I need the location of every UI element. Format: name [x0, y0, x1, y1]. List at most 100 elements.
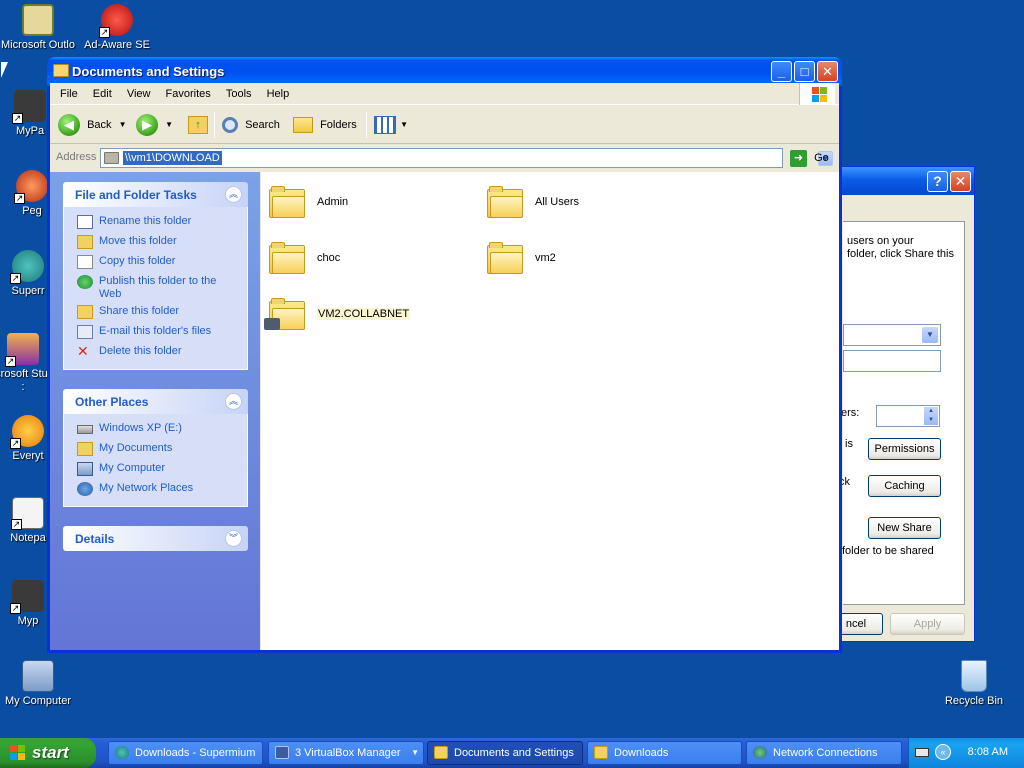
menu-edit[interactable]: Edit [87, 83, 118, 105]
desktop-icon-adaware[interactable]: ↗ Ad-Aware SE [77, 4, 157, 52]
tray-arrow-icon[interactable]: « [935, 744, 951, 760]
start-button[interactable]: start [0, 738, 96, 768]
forward-button[interactable]: ▶ ▼ [136, 113, 173, 137]
outlook-icon [22, 4, 54, 36]
spinner-arrows-icon[interactable]: ▲ ▼ [924, 407, 938, 425]
folder-item[interactable]: All Users [479, 182, 689, 226]
folder-item[interactable]: vm2 [479, 238, 689, 282]
chevron-down-icon[interactable]: ▼ [119, 120, 127, 129]
virtualbox-icon [275, 746, 289, 759]
folder-icon [434, 746, 448, 759]
rename-folder-link[interactable]: Rename this folder [64, 213, 247, 233]
mouse-cursor-icon [1, 62, 8, 78]
network-icon [753, 746, 767, 759]
address-input[interactable]: \\vm1\DOWNLOAD ▼ [100, 148, 833, 168]
delete-folder-link[interactable]: ✕ Delete this folder [64, 343, 247, 363]
other-place-network[interactable]: My Network Places [64, 480, 247, 500]
search-icon [222, 117, 238, 134]
maximize-button[interactable]: □ [794, 61, 815, 82]
caching-button[interactable]: Caching [868, 475, 941, 497]
chevron-down-icon[interactable]: ▼ [411, 742, 419, 764]
copy-icon [77, 255, 93, 269]
share-name-dropdown[interactable]: ▼ [843, 324, 941, 346]
other-places-header[interactable]: Other Places ︽ [63, 389, 248, 414]
rename-icon [77, 215, 93, 229]
apply-button[interactable]: Apply [890, 613, 965, 635]
panel-title: Details [75, 532, 115, 546]
back-arrow-icon: ◀ [58, 114, 80, 137]
taskbar-item-virtualbox[interactable]: 3 VirtualBox Manager ▼ [268, 741, 424, 765]
help-button[interactable]: ? [927, 171, 948, 192]
copy-folder-link[interactable]: Copy this folder [64, 253, 247, 273]
taskbar-item-downloads[interactable]: Downloads [587, 741, 742, 765]
taskbar-item-network[interactable]: Network Connections [746, 741, 902, 765]
menu-tools[interactable]: Tools [220, 83, 258, 105]
back-button[interactable]: ◀ Back ▼ [58, 113, 127, 137]
search-button[interactable]: Search [222, 113, 280, 137]
permissions-button[interactable]: Permissions [868, 438, 941, 460]
menu-view[interactable]: View [121, 83, 157, 105]
delete-icon: ✕ [77, 343, 89, 359]
menu-favorites[interactable]: Favorites [160, 83, 217, 105]
other-place-drive[interactable]: Windows XP (E:) [64, 420, 247, 440]
mypal-icon: ↗ [10, 580, 44, 614]
share-folder-link[interactable]: Share this folder [64, 303, 247, 323]
taskbar-item-supermium[interactable]: Downloads - Supermium [108, 741, 263, 765]
toolbar-separator [214, 112, 215, 138]
globe-icon [77, 275, 93, 289]
go-button[interactable]: ➜ Go [790, 148, 829, 168]
desktop-icon-my-computer[interactable]: My Computer [0, 660, 78, 708]
visual-studio-icon: ↗ [5, 333, 39, 367]
share-icon [77, 305, 93, 319]
new-share-button[interactable]: New Share [868, 517, 941, 539]
mypal-icon: ↗ [12, 90, 46, 124]
folders-button[interactable]: Folders [293, 113, 357, 137]
window-titlebar[interactable]: Documents and Settings _ □ ✕ [47, 57, 842, 86]
folder-item[interactable]: choc [261, 238, 471, 282]
details-header[interactable]: Details ︾ [63, 526, 248, 551]
folder-item[interactable]: Admin [261, 182, 471, 226]
desktop-icon-outlook[interactable]: Microsoft Outlo [0, 4, 78, 52]
dialog-close-button[interactable]: ✕ [950, 171, 971, 192]
shared-folder-item[interactable]: VM2.COLLABNET [261, 294, 471, 338]
user-limit-spinner[interactable]: ▲ ▼ [876, 405, 940, 427]
share-hand-icon [264, 318, 280, 330]
folder-icon [53, 64, 69, 77]
taskbar-item-documents[interactable]: Documents and Settings [427, 741, 583, 765]
other-place-my-documents[interactable]: My Documents [64, 440, 247, 460]
folder-icon [269, 242, 305, 274]
share-properties-dialog: ? ✕ users on your folder, click Share th… [829, 166, 975, 642]
minimize-button[interactable]: _ [771, 61, 792, 82]
folder-name: vm2 [535, 252, 556, 264]
up-folder-button[interactable]: ↑ [188, 113, 208, 137]
move-folder-link[interactable]: Move this folder [64, 233, 247, 253]
email-icon [77, 325, 93, 339]
user-limit-label: ers: [841, 407, 860, 419]
network-icon [77, 482, 93, 496]
close-button[interactable]: ✕ [817, 61, 838, 82]
dialog-text-share: folder, click Share this [847, 248, 954, 260]
other-place-my-computer[interactable]: My Computer [64, 460, 247, 480]
keyboard-icon[interactable] [915, 748, 929, 757]
up-folder-icon: ↑ [188, 116, 208, 135]
chevron-down-icon[interactable]: ︾ [225, 530, 242, 547]
chevron-down-icon[interactable]: ▼ [165, 120, 173, 129]
panel-title: Other Places [75, 395, 149, 409]
other-places-panel: Other Places ︽ Windows XP (E:) My Docume… [63, 389, 248, 507]
computer-icon [77, 462, 93, 476]
chevron-up-icon[interactable]: ︽ [225, 186, 242, 203]
desktop-icon-recycle-bin[interactable]: Recycle Bin [934, 660, 1014, 708]
chevron-down-icon[interactable]: ▼ [400, 120, 408, 129]
email-files-link[interactable]: E-mail this folder's files [64, 323, 247, 343]
views-button[interactable]: ▼ [374, 113, 408, 137]
clock[interactable]: 8:08 AM [968, 746, 1008, 758]
address-value: \\vm1\DOWNLOAD [123, 151, 222, 165]
menu-help[interactable]: Help [261, 83, 296, 105]
publish-folder-link[interactable]: Publish this folder to the Web [64, 273, 247, 303]
file-folder-tasks-header[interactable]: File and Folder Tasks ︽ [63, 182, 248, 207]
comment-field[interactable] [843, 350, 941, 372]
everything-icon: ↗ [10, 415, 44, 449]
menu-file[interactable]: File [54, 83, 84, 105]
windows-logo-icon [799, 83, 835, 105]
chevron-up-icon[interactable]: ︽ [225, 393, 242, 410]
